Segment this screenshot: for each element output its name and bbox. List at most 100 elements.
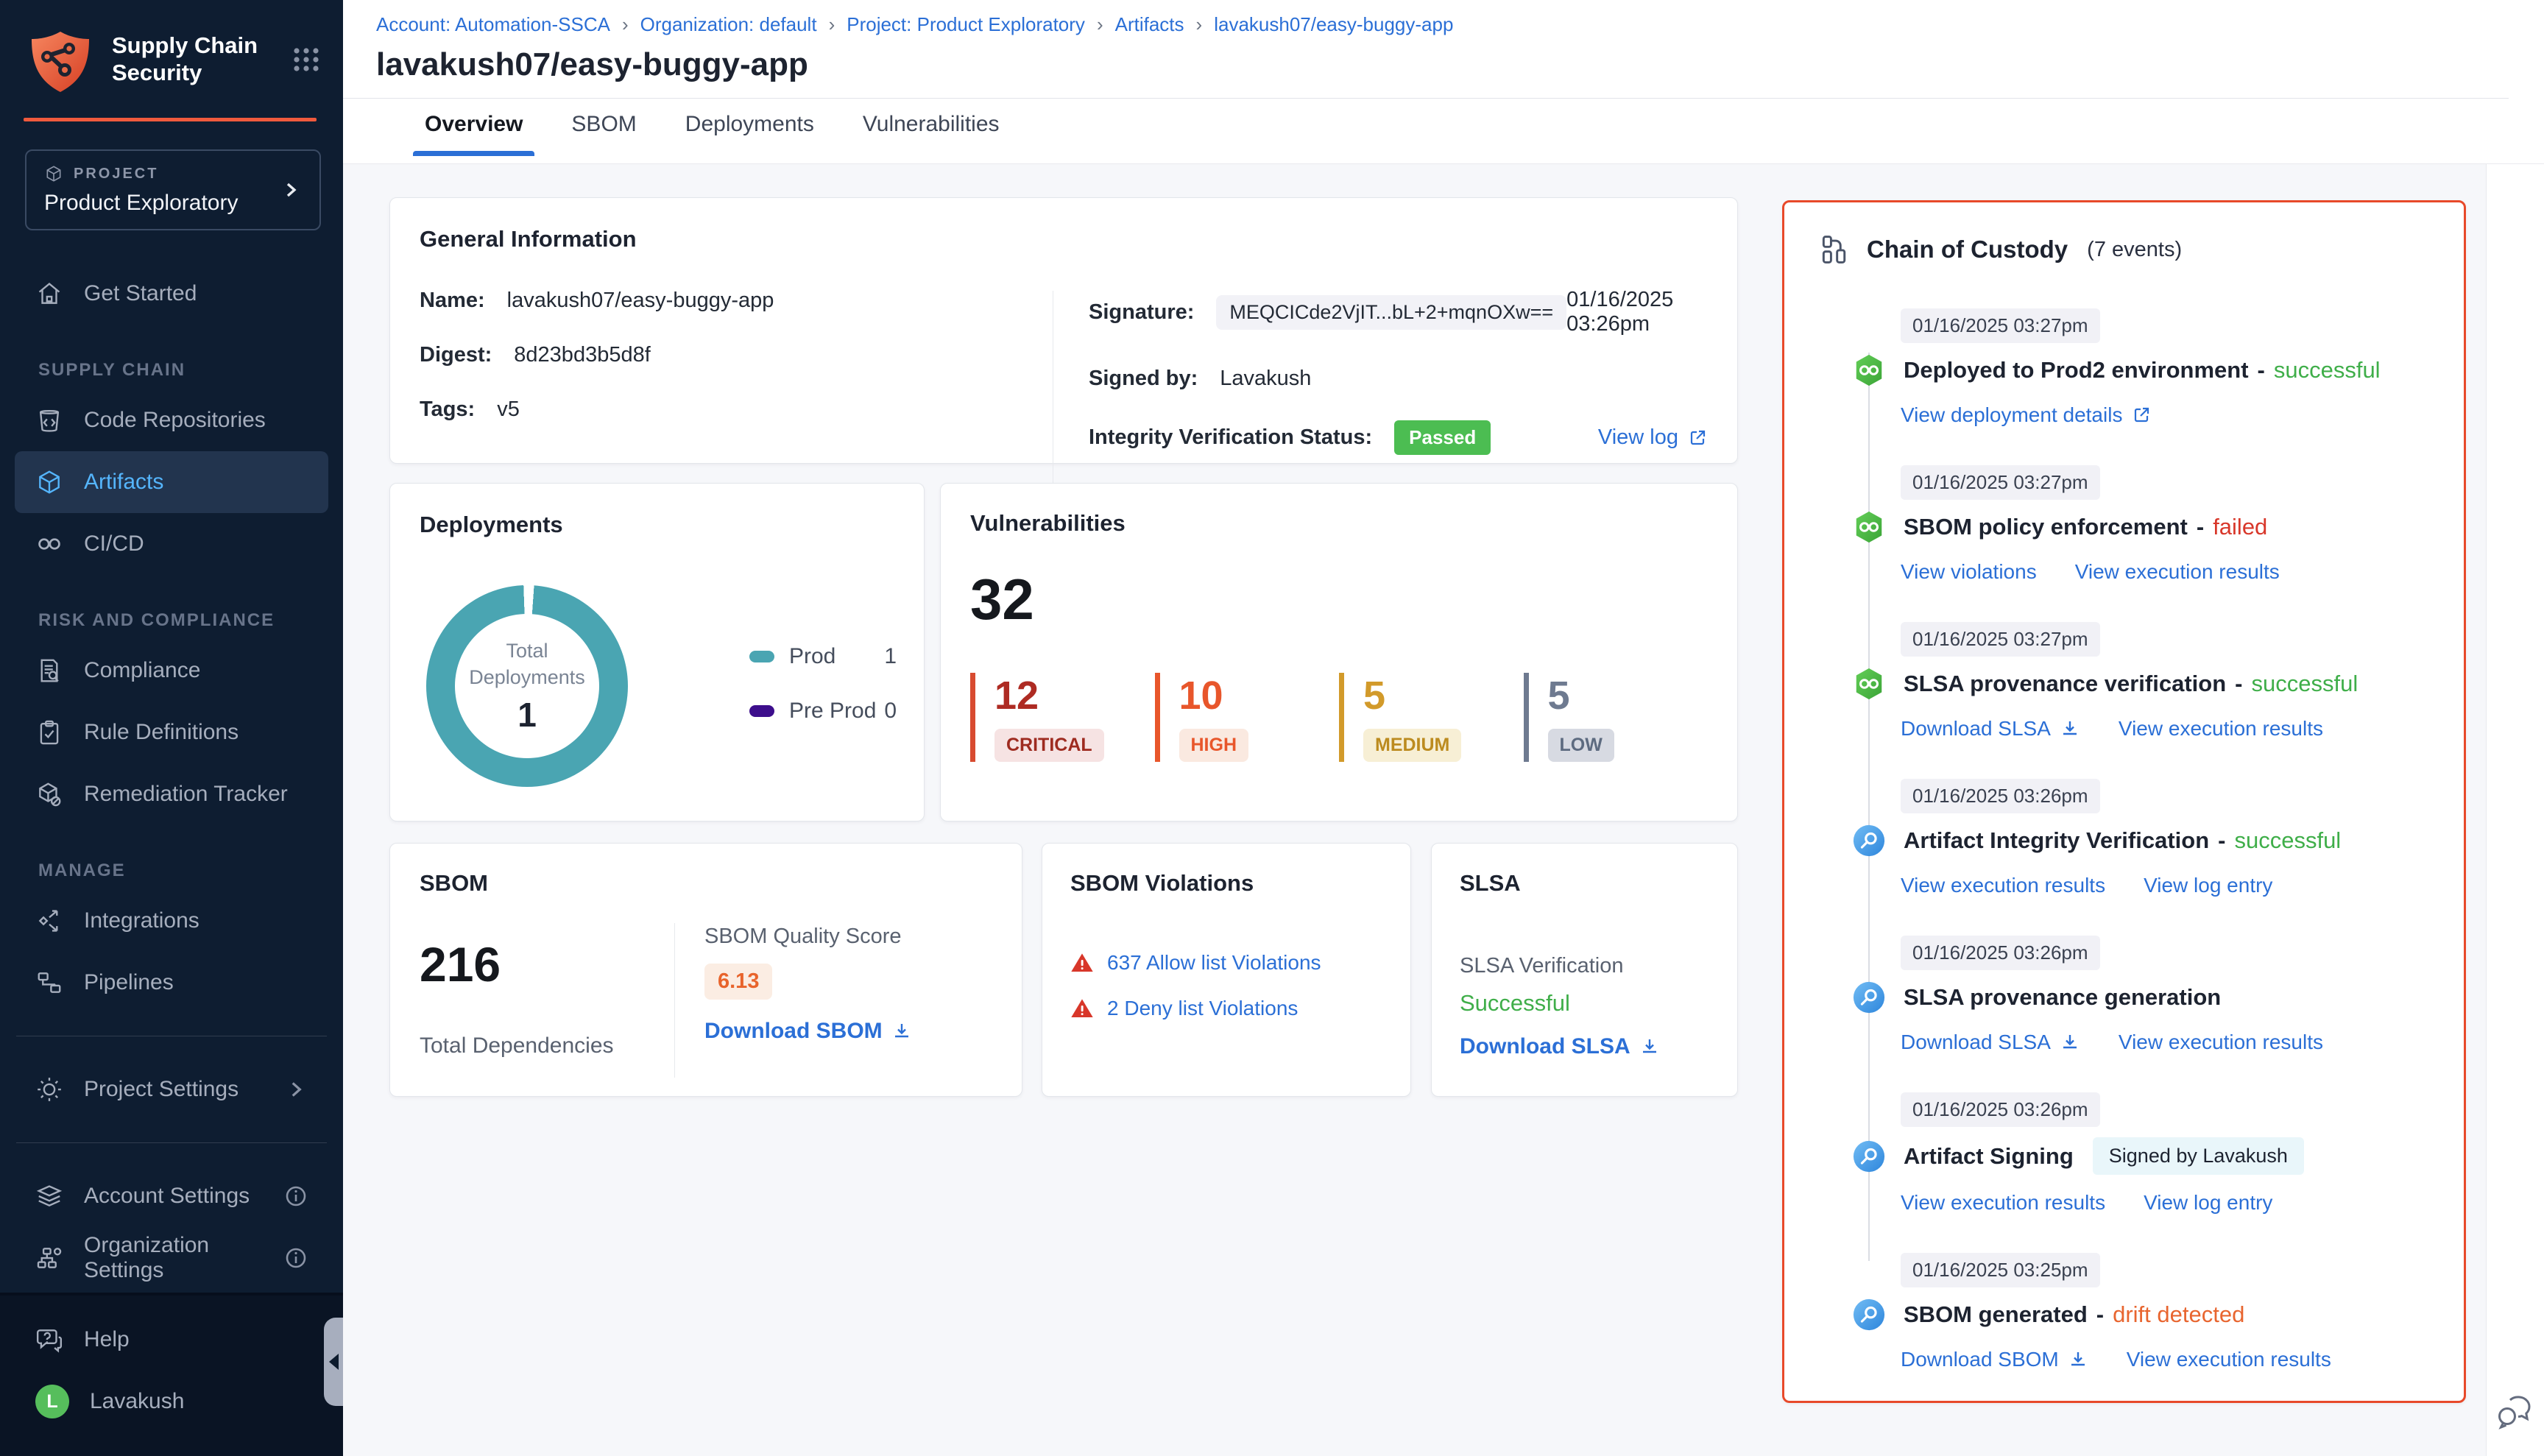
slsa-verification-label: SLSA Verification	[1460, 954, 1709, 978]
view-execution-results-link[interactable]: View execution results	[2119, 1031, 2323, 1054]
sidebar-item-code-repositories[interactable]: Code Repositories	[15, 389, 328, 451]
sidebar-item-get-started[interactable]: Get Started	[15, 263, 328, 325]
view-log-entry-link[interactable]: View log entry	[2144, 1191, 2272, 1215]
sidebar-item-rule-definitions[interactable]: Rule Definitions	[15, 702, 328, 763]
event-timestamp: 01/16/2025 03:27pm	[1901, 465, 2100, 500]
compliance-document-icon	[35, 657, 63, 685]
tab-sbom[interactable]: SBOM	[571, 112, 636, 156]
header-divider	[343, 98, 2509, 99]
view-execution-results-link[interactable]: View execution results	[2075, 560, 2280, 584]
breadcrumb-account[interactable]: Account: Automation-SSCA	[376, 13, 610, 36]
external-link-icon	[1687, 428, 1708, 448]
event-timestamp: 01/16/2025 03:25pm	[1901, 1253, 2100, 1287]
download-sbom-link[interactable]: Download SBOM	[704, 1019, 912, 1044]
download-sbom-link[interactable]: Download SBOM	[1901, 1348, 2088, 1371]
hierarchy-icon	[1818, 233, 1851, 266]
deny-list-violations-link[interactable]: 2 Deny list Violations	[1107, 997, 1298, 1020]
sidebar-item-organization-settings[interactable]: Organization Settings	[15, 1227, 328, 1289]
tab-deployments[interactable]: Deployments	[685, 112, 814, 156]
sidebar-item-integrations[interactable]: Integrations	[15, 890, 328, 952]
signature-label: Signature:	[1089, 300, 1194, 325]
view-log-link[interactable]: View log	[1598, 425, 1708, 450]
event-title: Deployed to Prod2 environment	[1904, 357, 2249, 384]
card-title: Vulnerabilities	[970, 510, 1708, 537]
deny-list-violations-row: 2 Deny list Violations	[1070, 997, 1382, 1020]
signed-by-badge: Signed by Lavakush	[2093, 1137, 2304, 1175]
sidebar-item-artifacts[interactable]: Artifacts	[15, 451, 328, 513]
breadcrumb-separator: ›	[1196, 13, 1203, 36]
signature-value: MEQCICde2VjIT...bL+2+mqnOXw==	[1216, 295, 1566, 330]
sidebar-item-remediation-tracker[interactable]: Remediation Tracker	[15, 763, 328, 825]
sidebar-item-account-settings[interactable]: Account Settings	[15, 1165, 328, 1227]
sidebar-item-help[interactable]: Help	[15, 1309, 328, 1371]
view-log-entry-link[interactable]: View log entry	[2144, 874, 2272, 897]
view-violations-link[interactable]: View violations	[1901, 560, 2037, 584]
name-label: Name:	[420, 289, 485, 313]
org-settings-icon	[35, 1244, 63, 1272]
gear-icon	[35, 1075, 63, 1103]
tab-overview[interactable]: Overview	[425, 112, 523, 156]
chain-event-sbom-policy: 01/16/2025 03:27pm SBOM policy enforceme…	[1818, 465, 2442, 584]
breadcrumb-artifacts[interactable]: Artifacts	[1115, 13, 1184, 36]
slsa-card: SLSA SLSA Verification Successful Downlo…	[1431, 843, 1738, 1097]
event-count: (7 events)	[2087, 238, 2182, 262]
chain-event-slsa-generation: 01/16/2025 03:26pm SLSA provenance gener…	[1818, 936, 2442, 1054]
download-slsa-link[interactable]: Download SLSA	[1901, 1031, 2080, 1054]
chain-of-custody-header: Chain of Custody (7 events)	[1818, 233, 2442, 266]
signed-by-value: Lavakush	[1220, 367, 1311, 391]
artifacts-cube-icon	[35, 468, 63, 496]
info-icon[interactable]	[284, 1246, 308, 1270]
app-switcher-grid-icon[interactable]	[292, 44, 321, 74]
sidebar-item-cicd[interactable]: CI/CD	[15, 513, 328, 575]
page-header: Account: Automation-SSCA › Organization:…	[343, 0, 2544, 163]
digest-label: Digest:	[420, 343, 492, 367]
view-execution-results-link[interactable]: View execution results	[1901, 874, 2105, 897]
status-badge: Passed	[1394, 420, 1491, 455]
tags-label: Tags:	[420, 397, 475, 422]
pipeline-hexagon-icon	[1852, 667, 1886, 701]
app-title: Supply Chain Security	[112, 28, 274, 86]
severity-medium: 5 MEDIUM	[1339, 673, 1524, 762]
severity-low: 5 LOW	[1524, 673, 1709, 762]
allow-list-violations-link[interactable]: 637 Allow list Violations	[1107, 951, 1321, 975]
scan-circle-icon	[1852, 824, 1886, 858]
breadcrumb-organization[interactable]: Organization: default	[640, 13, 817, 36]
prod-color-swatch	[749, 651, 774, 662]
sidebar-item-compliance[interactable]: Compliance	[15, 640, 328, 702]
view-execution-results-link[interactable]: View execution results	[1901, 1191, 2105, 1215]
view-execution-results-link[interactable]: View execution results	[2127, 1348, 2331, 1371]
integrations-icon	[35, 907, 63, 935]
view-execution-results-link[interactable]: View execution results	[2119, 717, 2323, 741]
view-deployment-details-link[interactable]: View deployment details	[1901, 403, 2152, 427]
download-slsa-link[interactable]: Download SLSA	[1460, 1034, 1660, 1059]
event-title: SBOM generated	[1904, 1301, 2088, 1328]
card-title: SBOM	[420, 870, 992, 897]
tab-vulnerabilities[interactable]: Vulnerabilities	[863, 112, 1000, 156]
chat-support-icon[interactable]	[2492, 1390, 2534, 1431]
sidebar-section-manage: MANAGE	[38, 860, 343, 881]
event-title: Artifact Integrity Verification	[1904, 827, 2209, 854]
layers-icon	[35, 1182, 63, 1210]
scan-circle-icon	[1852, 1298, 1886, 1332]
page-title: lavakush07/easy-buggy-app	[376, 46, 2544, 83]
scan-circle-icon	[1852, 1139, 1886, 1173]
sidebar-collapse-handle[interactable]	[324, 1318, 343, 1406]
download-slsa-link[interactable]: Download SLSA	[1901, 717, 2080, 741]
breadcrumb-current[interactable]: lavakush07/easy-buggy-app	[1214, 13, 1453, 36]
chain-event-deployed-prod2: 01/16/2025 03:27pm Deployed to Prod2 env…	[1818, 308, 2442, 427]
sidebar-user[interactable]: L Lavakush	[15, 1371, 328, 1432]
code-repository-icon	[35, 406, 63, 434]
general-information-card: General Information Name: lavakush07/eas…	[389, 197, 1738, 464]
sidebar-item-pipelines[interactable]: Pipelines	[15, 952, 328, 1014]
donut-total: 1	[517, 695, 537, 735]
artifact-tags: v5	[497, 397, 520, 422]
warning-icon	[1070, 951, 1094, 975]
info-icon[interactable]	[284, 1184, 308, 1208]
event-timestamp: 01/16/2025 03:27pm	[1901, 622, 2100, 657]
sbom-quality-score-value: 6.13	[704, 964, 772, 1000]
sidebar-item-project-settings[interactable]: Project Settings	[15, 1059, 328, 1120]
sbom-card: SBOM 216 Total Dependencies SBOM Quality…	[389, 843, 1022, 1097]
event-timestamp: 01/16/2025 03:26pm	[1901, 1092, 2100, 1127]
project-selector[interactable]: PROJECT Product Exploratory	[25, 149, 321, 230]
breadcrumb-project[interactable]: Project: Product Exploratory	[847, 13, 1085, 36]
